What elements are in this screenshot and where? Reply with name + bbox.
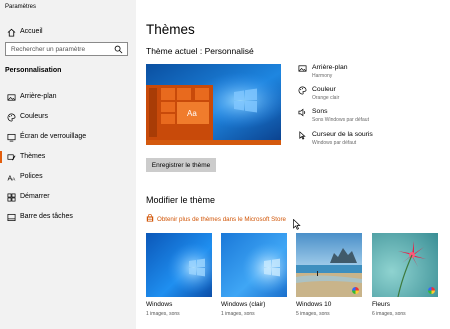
- theme-thumbnail: [372, 233, 438, 297]
- palette-icon: [7, 113, 16, 122]
- color-wheel-icon: [428, 287, 435, 294]
- home-icon: [7, 28, 16, 37]
- windows-wallpaper: [146, 233, 212, 297]
- theme-tile-windows[interactable]: Windows 1 images, sons: [146, 233, 212, 323]
- taskbar-icon: [7, 213, 16, 222]
- theme-subtitle: 5 images, sons: [296, 311, 330, 317]
- sidebar-item-taskbar[interactable]: Barre des tâches: [0, 208, 136, 226]
- theme-name: Windows (clair): [221, 301, 266, 308]
- search-icon: [114, 45, 123, 54]
- sidebar-item-colors[interactable]: Couleurs: [0, 108, 136, 126]
- sidebar-item-fonts[interactable]: AA Polices: [0, 168, 136, 186]
- search-placeholder: Rechercher un paramètre: [11, 46, 86, 53]
- sidebar-item-background[interactable]: Arrière-plan: [0, 88, 136, 106]
- section-heading: Personnalisation: [5, 67, 62, 74]
- current-theme-label: Thème actuel : Personnalisé: [146, 46, 254, 56]
- sidebar-item-label: Démarrer: [20, 193, 50, 200]
- brush-icon: [7, 154, 16, 161]
- sidebar-item-label: Couleurs: [20, 113, 49, 120]
- prop-subtitle: Windows par défaut: [312, 140, 357, 146]
- prop-title: Arrière-plan: [312, 64, 348, 71]
- preview-tile-text: Aa: [187, 109, 197, 118]
- main-content: Thèmes Thème actuel : Personnalisé Aa Ar…: [136, 0, 450, 329]
- theme-thumbnail: [221, 233, 287, 297]
- windows-light-wallpaper: [221, 233, 287, 297]
- modify-theme-heading: Modifier le thème: [146, 195, 216, 205]
- cursor-icon: [299, 131, 306, 140]
- start-icon: [7, 193, 16, 202]
- svg-text:A: A: [12, 177, 16, 182]
- image-icon: [7, 94, 16, 101]
- theme-tile-flowers[interactable]: Fleurs 6 images, sons: [372, 233, 438, 323]
- prop-subtitle: Sons Windows par défaut: [312, 117, 369, 123]
- prop-subtitle: Orange clair: [312, 95, 340, 101]
- sidebar-item-start[interactable]: Démarrer: [0, 188, 136, 206]
- theme-thumbnail: [296, 233, 362, 297]
- theme-name: Windows 10: [296, 301, 332, 308]
- palette-icon: [298, 86, 307, 95]
- theme-name: Windows: [146, 301, 173, 308]
- theme-name: Fleurs: [372, 301, 391, 308]
- image-icon: [298, 65, 307, 72]
- store-link[interactable]: Obtenir plus de thèmes dans le Microsoft…: [146, 214, 286, 223]
- prop-title: Curseur de la souris: [312, 131, 373, 138]
- sidebar-item-label: Arrière-plan: [20, 93, 57, 100]
- sidebar-item-label: Écran de verrouillage: [20, 133, 87, 140]
- window-title: Paramètres: [5, 4, 37, 10]
- save-theme-button[interactable]: Enregistrer le thème: [146, 158, 216, 172]
- nav-home-label: Accueil: [20, 28, 43, 35]
- prop-title: Couleur: [312, 86, 336, 93]
- sidebar: Paramètres Accueil Rechercher un paramèt…: [0, 0, 136, 329]
- lock-screen-icon: [7, 133, 16, 142]
- prop-subtitle: Harmony: [312, 73, 333, 79]
- mouse-pointer-icon: [293, 219, 301, 230]
- store-icon: [146, 214, 154, 222]
- search-input[interactable]: Rechercher un paramètre: [5, 42, 128, 56]
- sidebar-item-label: Thèmes: [20, 153, 46, 160]
- speaker-icon: [298, 108, 306, 117]
- theme-tile-windows-light[interactable]: Windows (clair) 1 images, sons: [221, 233, 287, 323]
- store-link-text: Obtenir plus de thèmes dans le Microsoft…: [157, 216, 286, 223]
- sidebar-item-lockscreen[interactable]: Écran de verrouillage: [0, 128, 136, 146]
- color-wheel-icon: [352, 287, 359, 294]
- theme-tile-windows10[interactable]: Windows 10 5 images, sons: [296, 233, 362, 323]
- preview-wallpaper: Aa: [146, 64, 281, 145]
- theme-subtitle: 6 images, sons: [372, 311, 406, 317]
- theme-subtitle: 1 images, sons: [146, 311, 180, 317]
- theme-thumbnail: [146, 233, 212, 297]
- sidebar-item-label: Polices: [20, 173, 43, 180]
- prop-title: Sons: [312, 108, 328, 115]
- theme-preview: Aa: [146, 64, 281, 145]
- font-icon: AA: [7, 174, 16, 182]
- sidebar-item-label: Barre des tâches: [20, 213, 73, 220]
- page-title: Thèmes: [146, 22, 195, 37]
- theme-subtitle: 1 images, sons: [221, 311, 255, 317]
- nav-home[interactable]: Accueil: [0, 23, 136, 41]
- sidebar-item-themes[interactable]: Thèmes: [0, 148, 136, 166]
